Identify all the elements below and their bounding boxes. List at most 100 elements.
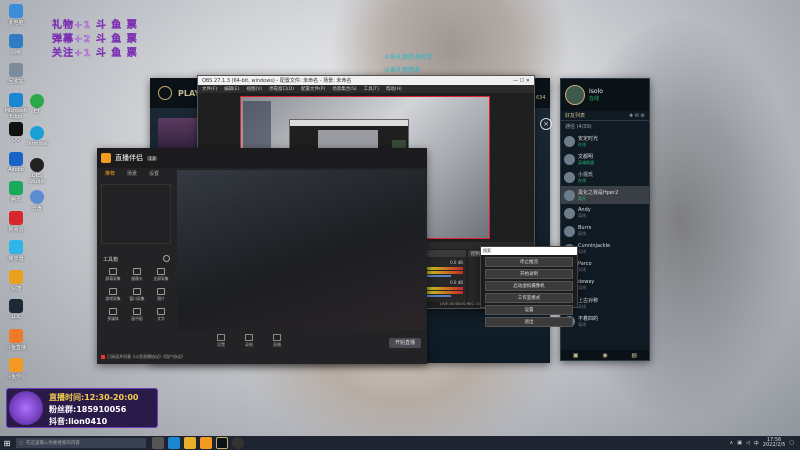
douyu-tool-button[interactable]: 窗口采集	[125, 288, 149, 302]
desktop-icon[interactable]: 此电脑	[3, 4, 29, 26]
schedule-group: 粉丝群:185910056	[49, 405, 127, 414]
desktop-icon[interactable]: OBS Studio	[24, 158, 50, 185]
desktop-icon[interactable]: 快捷	[3, 269, 29, 292]
desktop-icon[interactable]: 播放器	[3, 240, 29, 262]
desktop-app-icon	[30, 94, 44, 108]
douyu-tab[interactable]: 推荐	[105, 170, 115, 177]
obs-control-button[interactable]: 停止推流	[485, 257, 573, 267]
friend-item[interactable]: 安定时光 在线	[561, 132, 649, 150]
lol-app-icon[interactable]	[216, 437, 228, 449]
volume-icon[interactable]: ◁	[746, 440, 750, 446]
obs-control-button[interactable]: 设置	[485, 305, 573, 315]
douyu-bottom-actions: 设置 录制 直播	[217, 334, 281, 348]
friend-status: 离线	[578, 213, 586, 218]
tray-arrow-icon[interactable]: ∧	[730, 440, 734, 446]
window-controls[interactable]: — ☐ ✕	[513, 78, 530, 84]
douyu-bottom-action[interactable]: 直播	[273, 334, 281, 348]
agreement-text[interactable]: 已阅读并同意《斗鱼直播协议》《用户协议》	[101, 354, 185, 360]
input-language[interactable]: 中	[754, 440, 759, 447]
user-avatar[interactable]	[565, 85, 585, 105]
douyu-tool-button[interactable]: 游戏采集	[101, 288, 125, 302]
lol-logo-icon	[158, 86, 172, 100]
agreement-checkbox[interactable]	[101, 355, 105, 359]
start-icon[interactable]: ⊞	[0, 436, 14, 450]
desktop-icon[interactable]: ET	[24, 94, 50, 115]
douyu-tool-button[interactable]: 多媒体	[101, 308, 125, 322]
douyu-tab[interactable]: 设置	[149, 170, 159, 177]
douyu-tool-button[interactable]: 全屏采集	[149, 268, 173, 282]
desktop-icon[interactable]: Terminal	[24, 126, 50, 147]
settings-icon[interactable]: ▤	[631, 352, 637, 359]
douyu-app-icon[interactable]	[200, 437, 212, 449]
obs-menu-item[interactable]: 视图(V)	[246, 86, 262, 92]
friend-item[interactable]: 黑化之我是Hper2 离开	[561, 186, 649, 204]
douyu-tab[interactable]: 场景	[127, 170, 137, 177]
douyu-tool-button[interactable]: 图片	[149, 288, 173, 302]
desktop-icon[interactable]: 网易云	[3, 210, 29, 233]
obs-menu-item[interactable]: 工具(T)	[364, 86, 379, 92]
douyu-bottom-action[interactable]: 录制	[245, 334, 253, 348]
tool-icon	[157, 268, 165, 275]
desktop-icon-label: 斗鱼伴侣	[5, 374, 26, 380]
clock[interactable]: 17:56 2022/2/5	[763, 438, 785, 448]
obs-control-button[interactable]: 退出	[485, 317, 573, 327]
obs-menu-item[interactable]: 场景集合(S)	[332, 86, 356, 92]
desktop-app-icon	[9, 181, 23, 195]
desktop-icon[interactable]: 斗鱼直播	[3, 328, 29, 351]
desktop-icon[interactable]: 网络	[3, 33, 29, 56]
desktop-icon-label: Terminal	[26, 141, 48, 147]
tool-label: 画中画	[131, 316, 143, 321]
obs-menu-item[interactable]: 配置文件(P)	[301, 86, 325, 92]
obs-menu-item[interactable]: 停靠窗口(D)	[269, 86, 294, 92]
mic-icon[interactable]: ◉	[602, 352, 607, 359]
friend-group-label[interactable]: 通信 (4/39)	[561, 121, 649, 132]
edge-app-icon[interactable]	[168, 437, 180, 449]
chat-icon[interactable]: ▣	[573, 352, 579, 359]
douyu-bottom-action[interactable]: 设置	[217, 334, 225, 348]
taskbar-search-icon: ○	[19, 440, 23, 446]
friend-avatar	[564, 135, 575, 147]
desktop-icon[interactable]: LOL	[3, 299, 29, 320]
friend-tab-title[interactable]: 好友列表	[565, 112, 585, 119]
douyu-tool-button[interactable]: 屏幕采集	[101, 268, 125, 282]
obs-app-icon[interactable]	[232, 437, 244, 449]
close-circle-icon[interactable]: ×	[540, 118, 552, 130]
desktop-icon[interactable]: 回收站	[3, 63, 29, 85]
controls-search[interactable]: 搜索	[481, 247, 577, 255]
obs-control-button[interactable]: 启动虚拟摄像机	[485, 281, 573, 291]
obs-menu-item[interactable]: 帮助(H)	[386, 86, 402, 92]
tool-label: 摄像头	[131, 276, 143, 281]
friend-item[interactable]: 文都明 英雄联盟	[561, 150, 649, 168]
tool-label: 文字	[157, 316, 165, 321]
douyu-tool-button[interactable]: 文字	[149, 308, 173, 322]
friend-name: 黑化之我是Hper2	[578, 189, 619, 196]
desktop-icon-label: 播放器	[8, 256, 24, 262]
explorer-app-icon[interactable]	[184, 437, 196, 449]
friend-text: 上古对称 离线	[578, 297, 598, 310]
network-icon[interactable]: ▣	[737, 440, 742, 446]
notification-icon[interactable]: ▢	[789, 440, 794, 446]
friend-item[interactable]: Andy 离线	[561, 204, 649, 222]
desktop-icon[interactable]: 斗鱼伴侣	[3, 358, 29, 380]
task-view-icon[interactable]	[152, 437, 164, 449]
friend-toolbar-icons[interactable]: ✚ ✉ ⚙	[629, 113, 645, 119]
user-name: Isolo	[589, 88, 603, 95]
friend-item[interactable]: 小混氏 在线	[561, 168, 649, 186]
start-live-button[interactable]: 开始直播	[389, 338, 421, 348]
taskbar-search[interactable]: ○ 在这里输入你要搜索的内容	[16, 438, 146, 448]
douyu-app-title: 直播伴侣	[115, 154, 143, 162]
obs-menu-item[interactable]: 编辑(E)	[224, 86, 239, 92]
douyu-titlebar: 直播伴侣 1.0	[97, 148, 427, 168]
system-tray: ∧ ▣ ◁ 中 17:56 2022/2/5 ▢	[730, 438, 800, 448]
obs-menu-item[interactable]: 文件(F)	[202, 86, 217, 92]
toolbox-settings-icon[interactable]	[163, 255, 170, 262]
obs-menubar: 文件(F) 编辑(E) 视图(V) 停靠窗口(D) 配置文件(P) 场景集合(S) 工具(T…	[198, 85, 534, 93]
friend-item[interactable]: Burrs 离线	[561, 222, 649, 240]
obs-control-button[interactable]: 工作室模式	[485, 293, 573, 303]
douyu-tool-button[interactable]: 摄像头	[125, 268, 149, 282]
obs-control-button[interactable]: 开始录制	[485, 269, 573, 279]
friend-footer: ▣ ◉ ▤	[561, 350, 649, 360]
friend-status: 在线	[578, 177, 586, 183]
desktop-icon[interactable]: 云盘	[24, 190, 50, 212]
douyu-tool-button[interactable]: 画中画	[125, 308, 149, 322]
